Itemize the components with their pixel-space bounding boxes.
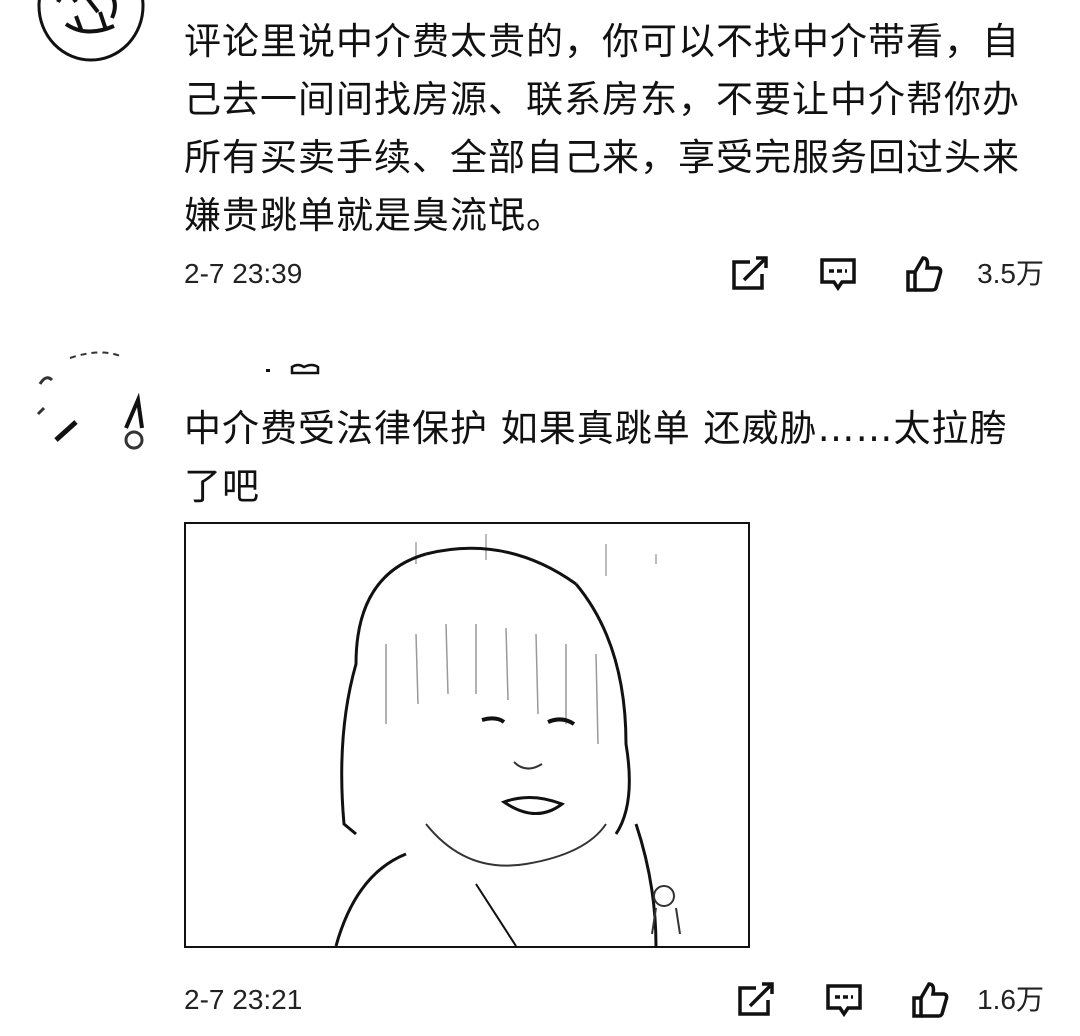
comment-time: 2-7 23:21: [184, 984, 303, 1015]
like-count: 3.5万: [977, 258, 1044, 289]
comment-item: 中介费受法律保护 如果真跳单 还威胁……太拉胯了吧 2-7 23:21 1.6万: [0, 340, 1080, 1036]
share-icon[interactable]: [736, 980, 776, 1020]
avatar[interactable]: [36, 0, 146, 64]
comment-icon[interactable]: [818, 254, 858, 294]
comment-meta: 2-7 23:39 3.5万: [184, 254, 1044, 294]
share-icon[interactable]: [730, 254, 770, 294]
comment-text: 中介费受法律保护 如果真跳单 还威胁……太拉胯了吧: [184, 407, 1008, 508]
thumbs-up-icon[interactable]: [904, 254, 944, 294]
comment-meta: 2-7 23:21 1.6万: [184, 980, 1044, 1020]
username-fragment: [266, 362, 326, 376]
thumbs-up-icon[interactable]: [910, 980, 950, 1020]
avatar[interactable]: [30, 344, 270, 456]
comment-text: 评论里说中介费太贵的，你可以不找中介带看，自己去一间间找房源、联系房东，不要让中…: [184, 20, 1020, 237]
comment-time: 2-7 23:39: [184, 258, 303, 289]
comment-image[interactable]: [184, 522, 750, 948]
like-count: 1.6万: [977, 984, 1044, 1015]
comment-item: 评论里说中介费太贵的，你可以不找中介带看，自己去一间间找房源、联系房东，不要让中…: [0, 0, 1080, 310]
comment-icon[interactable]: [824, 980, 864, 1020]
